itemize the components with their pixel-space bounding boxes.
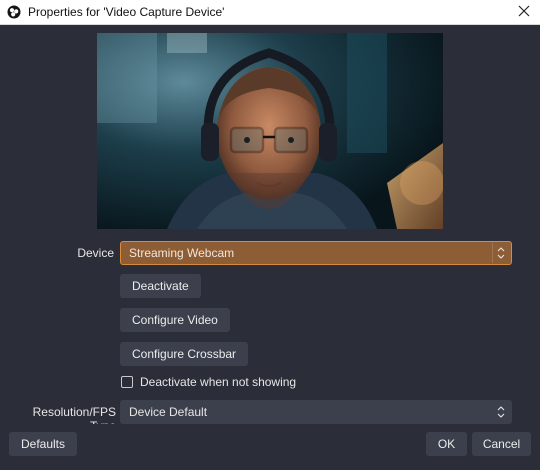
defaults-button[interactable]: Defaults [9, 432, 77, 456]
configure-crossbar-button[interactable]: Configure Crossbar [120, 342, 249, 366]
properties-panel: Device Streaming Webcam Deactivate Confi… [10, 24, 518, 424]
webcam-preview-image [97, 33, 443, 229]
device-dropdown-value: Streaming Webcam [129, 246, 235, 260]
window-title: Properties for 'Video Capture Device' [28, 5, 225, 19]
updown-arrows-icon [493, 402, 509, 422]
video-preview [97, 33, 443, 229]
configure-video-button[interactable]: Configure Video [120, 308, 230, 332]
close-icon [518, 5, 530, 20]
device-dropdown[interactable]: Streaming Webcam [120, 241, 512, 265]
updown-arrows-icon [492, 243, 509, 263]
title-bar: Properties for 'Video Capture Device' [0, 0, 540, 25]
obs-app-icon [7, 5, 21, 19]
ok-button[interactable]: OK [426, 432, 467, 456]
device-label: Device [77, 246, 114, 260]
resolution-dropdown-value: Device Default [129, 405, 208, 419]
checkbox-box[interactable] [121, 376, 133, 388]
close-button[interactable] [508, 0, 540, 24]
deactivate-when-not-showing-checkbox[interactable]: Deactivate when not showing [121, 375, 296, 389]
resolution-fps-dropdown[interactable]: Device Default [120, 400, 512, 424]
deactivate-button[interactable]: Deactivate [120, 274, 201, 298]
cancel-button[interactable]: Cancel [472, 432, 531, 456]
checkbox-label: Deactivate when not showing [140, 375, 297, 389]
resolution-label: Resolution/FPS Type [32, 405, 116, 424]
